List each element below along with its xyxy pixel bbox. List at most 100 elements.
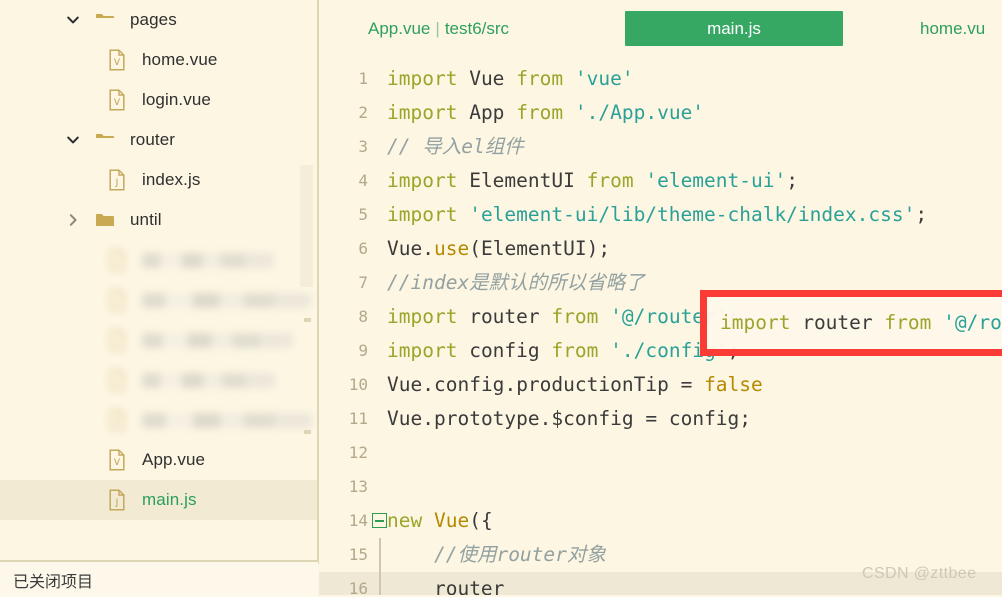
watermark: CSDN @zttbee bbox=[862, 565, 977, 582]
chevron-down-icon[interactable] bbox=[62, 12, 84, 28]
tree-folder-row[interactable]: until bbox=[0, 200, 318, 240]
editor-tab-bar: App.vue | test6/src main.js home.vu bbox=[319, 0, 1002, 57]
line-number: 13 bbox=[348, 477, 368, 496]
line-number: 12 bbox=[348, 443, 368, 462]
code-token: . bbox=[504, 373, 517, 396]
tree-file-row[interactable]: J bbox=[0, 280, 318, 320]
tree-folder-row[interactable]: router bbox=[0, 120, 318, 160]
vue-file-icon: V bbox=[104, 49, 130, 71]
code-line-text: //index是默认的所以省略了 bbox=[387, 266, 645, 300]
code-token: '@/router' bbox=[943, 311, 1002, 334]
code-line-text: Vue.config.productionTip = false bbox=[387, 368, 763, 402]
chevron-right-icon[interactable] bbox=[62, 212, 84, 228]
code-line[interactable]: 6 Vue.use(ElementUI); bbox=[319, 232, 1002, 266]
tree-item-label: main.js bbox=[142, 490, 197, 509]
tree-file-row[interactable]: Jindex.js bbox=[0, 160, 318, 200]
tab-home-vue[interactable]: home.vu bbox=[920, 11, 985, 46]
code-token: from bbox=[516, 101, 564, 124]
js-file-icon: J bbox=[104, 169, 130, 191]
tree-item-label: router bbox=[130, 130, 176, 149]
svg-text:J: J bbox=[115, 338, 119, 348]
line-number: 9 bbox=[358, 341, 368, 360]
tree-item-label: login.vue bbox=[142, 90, 211, 109]
redacted-file-name bbox=[142, 372, 275, 388]
code-token: router bbox=[433, 577, 505, 595]
code-line-text: Vue.prototype.$config = config; bbox=[387, 402, 751, 436]
code-line-text: new Vue({ bbox=[387, 504, 493, 538]
chevron-down-icon[interactable] bbox=[62, 132, 84, 148]
code-token: App bbox=[469, 101, 505, 124]
code-token: // 导入el组件 bbox=[387, 135, 524, 158]
code-line[interactable]: 11 Vue.prototype.$config = config; bbox=[319, 402, 1002, 436]
tree-file-row[interactable]: Jmain.js bbox=[0, 480, 318, 520]
folder-open-icon bbox=[92, 11, 118, 29]
redacted-file-name bbox=[142, 412, 312, 428]
tree-file-row[interactable]: J bbox=[0, 360, 318, 400]
closed-projects-panel[interactable]: 已关闭项目 bbox=[0, 560, 318, 597]
code-line-text: import config from './config'; bbox=[387, 334, 739, 368]
tree-file-row[interactable]: Vlogin.vue bbox=[0, 80, 318, 120]
code-token: Vue bbox=[469, 67, 505, 90]
code-token: . bbox=[539, 407, 552, 430]
code-line[interactable]: 3 // 导入el组件 bbox=[319, 130, 1002, 164]
code-token: 'element-ui' bbox=[645, 169, 787, 192]
code-line[interactable]: 1 import Vue from 'vue' bbox=[319, 62, 1002, 96]
code-token: './App.vue' bbox=[574, 101, 705, 124]
tree-file-row[interactable]: Vhome.vue bbox=[0, 40, 318, 80]
code-token: ; bbox=[915, 203, 928, 226]
tree-file-row[interactable]: V bbox=[0, 400, 318, 440]
closed-projects-label: 已关闭项目 bbox=[13, 573, 94, 591]
tab-label: App.vue bbox=[368, 18, 431, 38]
annotated-code-line: import router from '@/router'; bbox=[720, 308, 1002, 338]
tree-file-row[interactable]: J bbox=[0, 240, 318, 280]
code-token: 'vue' bbox=[574, 67, 634, 90]
code-token: ) bbox=[586, 237, 599, 260]
code-fold-toggle[interactable] bbox=[372, 513, 387, 528]
svg-text:V: V bbox=[114, 418, 121, 428]
tab-main-js[interactable]: main.js bbox=[625, 11, 843, 46]
code-line[interactable]: 5 import 'element-ui/lib/theme-chalk/inde… bbox=[319, 198, 1002, 232]
code-token: import bbox=[387, 203, 458, 226]
code-line[interactable]: 4 import ElementUI from 'element-ui'; bbox=[319, 164, 1002, 198]
code-token: import bbox=[387, 339, 458, 362]
code-line[interactable]: 10 Vue.config.productionTip = false bbox=[319, 368, 1002, 402]
code-token: . bbox=[422, 237, 434, 260]
code-token: Vue bbox=[387, 237, 423, 260]
code-token: //使用router对象 bbox=[433, 543, 606, 566]
tree-file-row[interactable]: J bbox=[0, 320, 318, 360]
code-token: import bbox=[387, 101, 458, 124]
tree-item-label: pages bbox=[130, 10, 177, 29]
code-token: 'element-ui/lib/theme-chalk/index.css' bbox=[469, 203, 916, 226]
editor-area: App.vue | test6/src main.js home.vu 1 imp… bbox=[319, 0, 1002, 595]
tab-separator: | bbox=[435, 18, 440, 38]
code-line-text: import Vue from 'vue' bbox=[387, 62, 634, 96]
code-line[interactable]: 12 bbox=[319, 436, 1002, 470]
tree-item-label: home.vue bbox=[142, 50, 218, 69]
tab-app-vue[interactable]: App.vue | test6/src bbox=[368, 11, 509, 46]
tab-subpath: test6/src bbox=[444, 18, 510, 38]
code-token: from bbox=[516, 67, 564, 90]
sidebar-scrollbar[interactable] bbox=[300, 165, 313, 287]
code-line[interactable]: 14 new Vue({ bbox=[319, 504, 1002, 538]
svg-text:V: V bbox=[114, 98, 121, 108]
code-line[interactable]: 13 bbox=[319, 470, 1002, 504]
line-number: 4 bbox=[358, 171, 368, 190]
tree-file-row[interactable]: V App.vue bbox=[0, 440, 318, 480]
svg-text:J: J bbox=[115, 378, 119, 388]
redacted-file-name bbox=[142, 292, 311, 308]
line-number: 3 bbox=[358, 137, 368, 156]
code-line-text: import App from './App.vue' bbox=[387, 96, 704, 130]
code-line[interactable]: 2 import App from './App.vue' bbox=[319, 96, 1002, 130]
vue-file-icon: V bbox=[104, 89, 130, 111]
tree-folder-row[interactable]: pages bbox=[0, 0, 318, 40]
line-number: 8 bbox=[358, 307, 368, 326]
